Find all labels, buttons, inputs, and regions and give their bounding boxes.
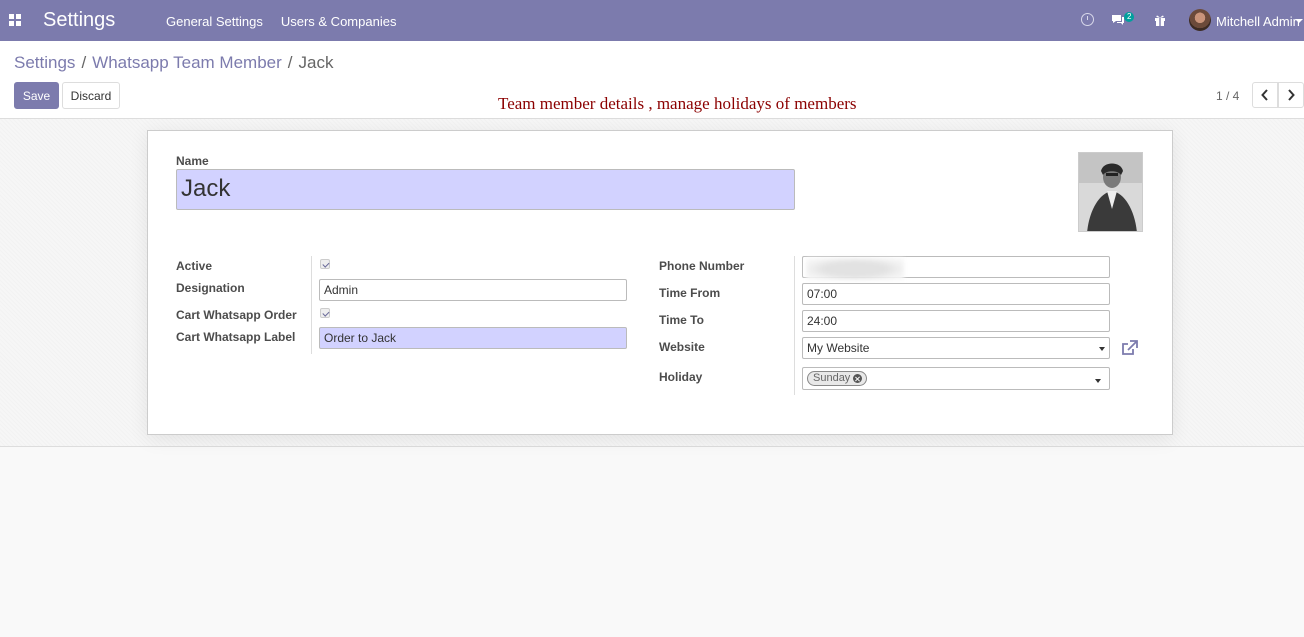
pager-next-button[interactable]: [1278, 82, 1304, 108]
time-to-label: Time To: [659, 313, 704, 327]
cart-whatsapp-label-input[interactable]: Order to Jack: [319, 327, 627, 349]
website-label: Website: [659, 340, 705, 354]
menu-general-settings[interactable]: General Settings: [166, 14, 263, 29]
user-name[interactable]: Mitchell Admin: [1216, 14, 1300, 29]
clock-icon[interactable]: [1081, 13, 1094, 26]
user-menu-caret-icon[interactable]: [1295, 19, 1303, 23]
breadcrumb-separator: /: [287, 53, 293, 72]
external-link-icon[interactable]: [1121, 340, 1138, 356]
gift-icon[interactable]: [1154, 14, 1166, 26]
chat-icon[interactable]: [1111, 14, 1125, 25]
breadcrumb-whatsapp-team-member[interactable]: Whatsapp Team Member: [92, 53, 282, 73]
pager-previous-button[interactable]: [1252, 82, 1278, 108]
breadcrumb-current: Jack: [298, 53, 334, 72]
left-column-divider: [311, 256, 312, 354]
phone-number-label: Phone Number: [659, 259, 745, 273]
discard-button[interactable]: Discard: [62, 82, 120, 109]
time-from-input[interactable]: 07:00: [802, 283, 1110, 305]
website-select[interactable]: My Website: [802, 337, 1110, 359]
breadcrumb-separator: /: [81, 53, 87, 72]
holiday-dropdown-caret-icon[interactable]: [1095, 379, 1101, 383]
breadcrumb: Settings / Whatsapp Team Member / Jack: [14, 53, 333, 73]
active-checkbox[interactable]: [320, 259, 330, 269]
pager-value: 1 / 4: [1216, 89, 1240, 103]
holiday-label: Holiday: [659, 370, 703, 384]
remove-tag-icon[interactable]: [853, 374, 863, 383]
cart-whatsapp-order-label: Cart Whatsapp Order: [176, 308, 297, 322]
right-column-divider: [794, 256, 795, 395]
top-navbar: Settings General Settings Users & Compan…: [0, 0, 1304, 41]
chevron-right-icon: [1288, 89, 1295, 101]
active-label: Active: [176, 259, 213, 273]
control-panel: Settings / Whatsapp Team Member / Jack S…: [0, 41, 1304, 119]
menu-users-companies[interactable]: Users & Companies: [281, 14, 397, 29]
save-button[interactable]: Save: [14, 82, 59, 109]
holiday-tag: Sunday: [807, 371, 868, 386]
annotation-text: Team member details , manage holidays of…: [498, 94, 857, 113]
avatar[interactable]: [1189, 9, 1211, 31]
name-label: Name: [176, 154, 209, 168]
cart-whatsapp-label-label: Cart Whatsapp Label: [176, 330, 296, 344]
chevron-left-icon: [1261, 89, 1268, 101]
app-title[interactable]: Settings: [43, 9, 115, 32]
name-input[interactable]: Jack: [176, 169, 795, 210]
time-from-label: Time From: [659, 286, 721, 300]
cart-whatsapp-order-checkbox[interactable]: [320, 308, 330, 318]
designation-label: Designation: [176, 281, 245, 295]
holiday-tag-label: Sunday: [813, 372, 851, 384]
top-menu: General Settings Users & Companies: [166, 14, 396, 29]
member-photo[interactable]: [1078, 152, 1143, 232]
designation-input[interactable]: Admin: [319, 279, 627, 301]
apps-grid-icon[interactable]: [9, 14, 21, 26]
time-to-input[interactable]: 24:00: [802, 310, 1110, 332]
breadcrumb-settings[interactable]: Settings: [14, 53, 75, 73]
website-dropdown-caret-icon[interactable]: [1099, 347, 1105, 351]
phone-number-blurred-value: [806, 258, 904, 280]
